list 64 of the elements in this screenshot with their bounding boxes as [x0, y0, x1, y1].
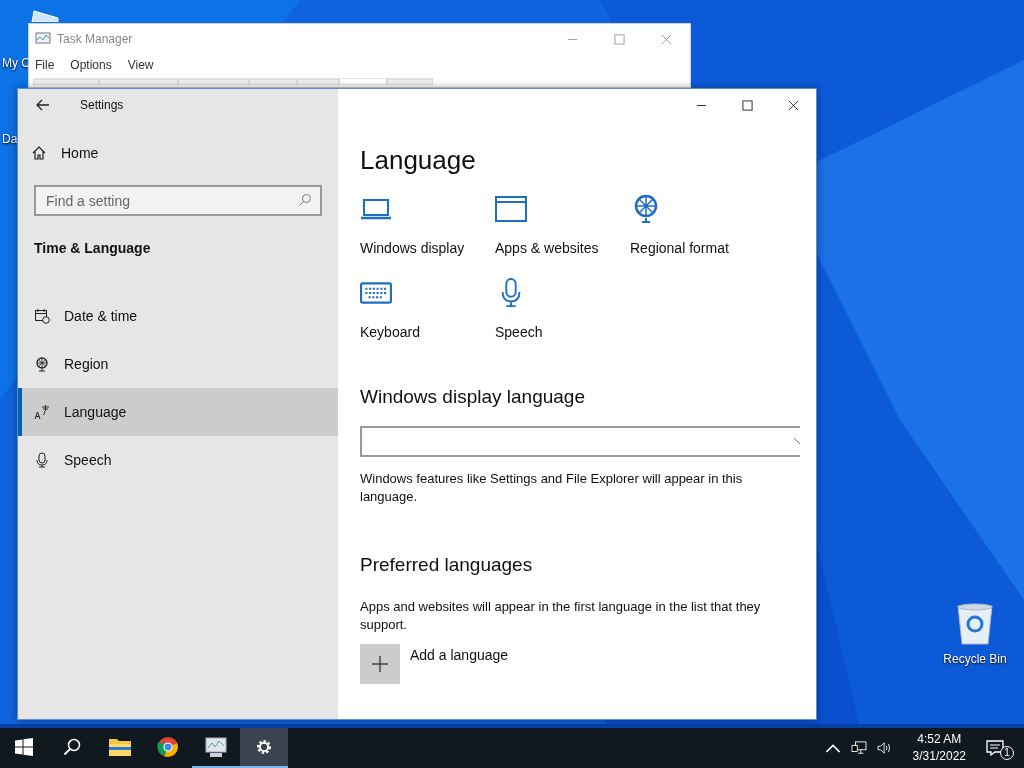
search-icon	[63, 738, 81, 756]
calendar-clock-icon	[34, 308, 50, 324]
tile-label: Apps & websites	[495, 240, 599, 256]
menu-item[interactable]: File	[35, 58, 55, 72]
menu-item[interactable]: Options	[70, 58, 112, 72]
search-field[interactable]: Find a setting	[34, 185, 322, 216]
settings-icon	[255, 738, 273, 756]
close-icon[interactable]	[788, 99, 799, 111]
window-title: Task Manager	[57, 32, 133, 46]
nav-item[interactable]: Date & time	[18, 292, 338, 340]
tile-label: Regional format	[630, 240, 729, 256]
search-icon	[298, 193, 312, 207]
nav-item-label: Date & time	[64, 308, 138, 324]
notification-icon[interactable]	[986, 739, 1004, 757]
recycle-bin-icon[interactable]	[955, 602, 995, 646]
folder-icon	[108, 736, 132, 758]
nav-item[interactable]: Language	[18, 388, 338, 436]
caret-icon	[794, 438, 800, 446]
tile-label: Keyboard	[360, 324, 420, 340]
section-heading: Preferred languages	[360, 554, 534, 576]
description-text: Windows features like Settings and File Explorer will appear in this language.	[360, 470, 744, 506]
clock-time: 4:52 AM	[917, 731, 962, 748]
home-icon	[31, 145, 47, 161]
window-title: Settings	[80, 98, 124, 112]
microphone-icon	[34, 452, 50, 468]
description-text: Apps and websites will appear in the first language in the list that they support.	[360, 598, 762, 634]
back-arrow-icon[interactable]	[36, 99, 50, 111]
monitor-chart-icon	[35, 32, 51, 46]
language-dropdown[interactable]	[360, 426, 800, 457]
add-language-button[interactable]	[360, 644, 400, 684]
browser-icon	[156, 736, 180, 758]
nav-item[interactable]: Region	[18, 340, 338, 388]
nav-item-label: Language	[64, 404, 127, 420]
desktop-icon-label[interactable]: Da	[0, 132, 18, 146]
globe-icon	[34, 356, 50, 372]
language-tile[interactable]: Windows display	[360, 194, 495, 256]
clock[interactable]: 4:52 AM 3/31/2022	[912, 731, 966, 765]
section-heading: Time & Language	[33, 240, 152, 258]
language-tile[interactable]: Speech	[495, 278, 630, 340]
plus-icon	[370, 654, 390, 674]
language-tile[interactable]: Keyboard	[360, 278, 495, 340]
page-title: Language	[360, 145, 477, 176]
monitor-app-icon	[204, 736, 228, 758]
nav-item-label: Speech	[64, 452, 112, 468]
add-language-label[interactable]: Add a language	[410, 647, 509, 663]
network-icon[interactable]	[850, 741, 867, 755]
desktop-icon-label[interactable]: Recycle Bin	[943, 652, 1007, 666]
language-tile[interactable]: Regional format	[630, 194, 765, 256]
home-nav-item[interactable]: Home	[18, 129, 338, 177]
nav-item-label: Region	[64, 356, 109, 372]
language-icon	[34, 404, 50, 420]
nav-item[interactable]: Speech	[18, 436, 338, 484]
taskbar-button[interactable]	[240, 728, 288, 768]
maximize-icon[interactable]	[742, 99, 753, 111]
section-heading: Windows display language	[360, 386, 586, 408]
speaker-icon[interactable]	[876, 741, 893, 755]
window-icon	[495, 194, 527, 224]
clock-date: 3/31/2022	[912, 748, 966, 765]
tile-label: Speech	[495, 324, 543, 340]
notification-badge: 1	[1000, 746, 1014, 760]
windows-logo-icon	[15, 738, 33, 756]
tile-label: Windows display	[360, 240, 465, 256]
menu-item[interactable]: View	[127, 58, 154, 72]
language-tile[interactable]: Apps & websites	[495, 194, 630, 256]
